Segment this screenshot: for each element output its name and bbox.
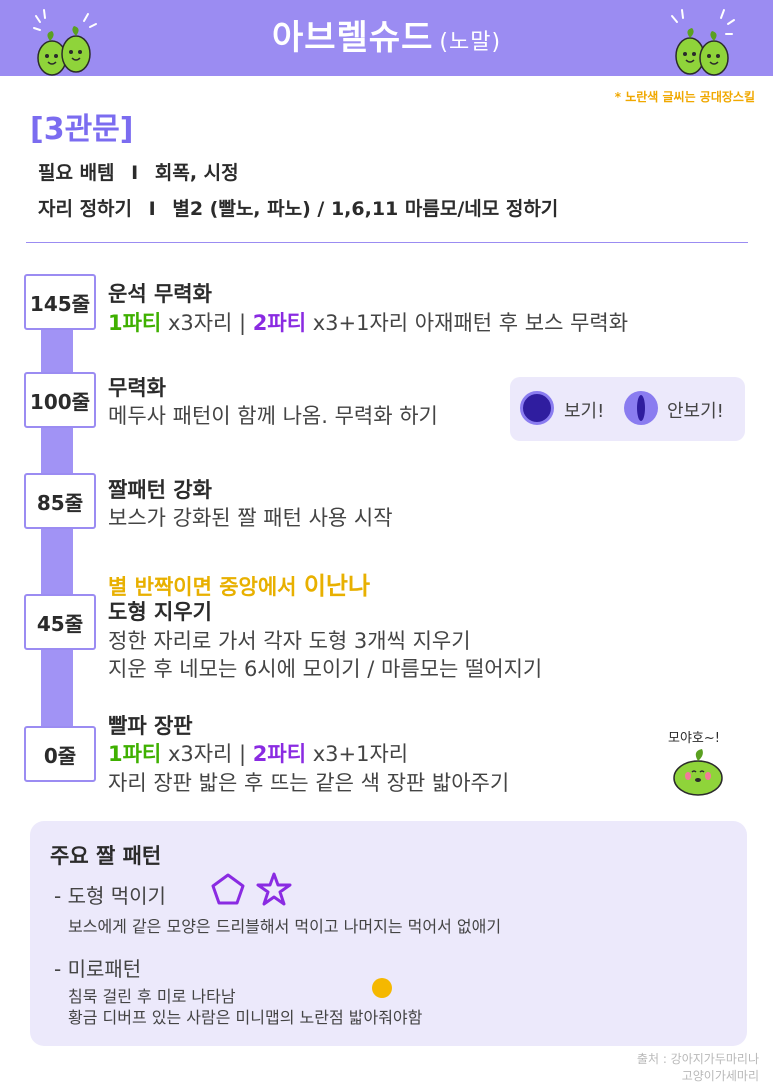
- party1-text: x3자리 |: [161, 311, 253, 335]
- summary-item1-title: - 도형 먹이기: [54, 884, 166, 908]
- mascot-small-icon: [673, 749, 723, 796]
- section-title: [3관문]: [30, 112, 134, 147]
- required-items-line: 필요 배템 I 회폭, 시정: [38, 158, 239, 185]
- page-title: 아브렐슈드 (노말): [0, 10, 773, 59]
- party1-text: x3자리 |: [161, 742, 253, 766]
- mascot-speech: 모야호~!: [668, 731, 720, 746]
- party2-label: 2파티: [252, 311, 307, 335]
- phase-box-145: 145줄: [24, 274, 96, 330]
- party1-label: 1파티: [108, 311, 162, 335]
- party2-text: x3+1자리 아재패턴 후 보스 무력화: [306, 311, 629, 335]
- summary-item2-title: - 미로패턴: [54, 957, 142, 981]
- phase-title: 무력화: [108, 376, 166, 400]
- phase-box-0: 0줄: [24, 726, 96, 782]
- source-line1: 출처 : 강아지가두마리나: [636, 1052, 759, 1066]
- position-label: 자리 정하기: [38, 198, 133, 220]
- separator: I: [131, 162, 139, 184]
- title-main: 아브렐슈드: [271, 18, 434, 58]
- look-label: 보기!: [564, 401, 605, 422]
- phase-title: 빨파 장판: [108, 714, 193, 738]
- title-subtitle: (노말): [439, 30, 502, 55]
- phase-text: 보스가 강화된 짤 패턴 사용 시작: [108, 506, 393, 530]
- phase-text: 자리 장판 밟은 후 뜨는 같은 색 장판 밟아주기: [108, 771, 510, 795]
- eye-closed-icon: [624, 391, 658, 425]
- phase-title: 도형 지우기: [108, 600, 212, 624]
- yellow-dot-icon: [372, 978, 392, 998]
- phase-text: 정한 자리로 가서 각자 도형 3개씩 지우기: [108, 629, 471, 653]
- required-items-value: 회폭, 시정: [154, 162, 239, 184]
- party2-text: x3+1자리: [306, 742, 409, 766]
- pentagon-icon: [211, 873, 245, 905]
- phase-box-45: 45줄: [24, 594, 96, 650]
- summary-item2-text2: 황금 디버프 있는 사람은 미니맵의 노란점 밟아줘야함: [68, 1008, 423, 1027]
- mascot-left-icon: [33, 9, 97, 76]
- phase-box-85: 85줄: [24, 473, 96, 529]
- mascot-right-icon: [671, 9, 735, 76]
- divider: [26, 242, 748, 243]
- dont-look-label: 안보기!: [667, 401, 724, 422]
- source-line2: 고양이가세마리: [681, 1069, 759, 1083]
- leader-strong: 이난나: [303, 572, 371, 600]
- position-value: 별2 (빨노, 파노) / 1,6,11 마름모/네모 정하기: [172, 198, 559, 220]
- party2-label: 2파티: [252, 742, 307, 766]
- phase-title: 짤패턴 강화: [108, 478, 212, 502]
- phase-text: 1파티 x3자리 | 2파티 x3+1자리: [108, 738, 408, 768]
- phase-text: 메두사 패턴이 함께 나옴. 무력화 하기: [108, 404, 438, 428]
- party1-label: 1파티: [108, 742, 162, 766]
- summary-item1-text: 보스에게 같은 모양은 드리블해서 먹이고 나머지는 먹어서 없애기: [68, 917, 502, 936]
- phase-title: 운석 무력화: [108, 282, 212, 306]
- position-line: 자리 정하기 I 별2 (빨노, 파노) / 1,6,11 마름모/네모 정하기: [38, 194, 558, 221]
- required-items-label: 필요 배템: [38, 162, 115, 184]
- phase-text: 지운 후 네모는 6시에 모이기 / 마름모는 떨어지기: [108, 657, 543, 681]
- legend-note: * 노란색 글씨는 공대장스킬: [614, 90, 755, 104]
- eye-open-icon: [520, 391, 554, 425]
- separator: I: [148, 198, 156, 220]
- phase-box-100: 100줄: [24, 372, 96, 428]
- summary-title: 주요 짤 패턴: [50, 844, 162, 868]
- phase-text: 1파티 x3자리 | 2파티 x3+1자리 아재패턴 후 보스 무력화: [108, 307, 628, 337]
- star-icon: [256, 872, 292, 906]
